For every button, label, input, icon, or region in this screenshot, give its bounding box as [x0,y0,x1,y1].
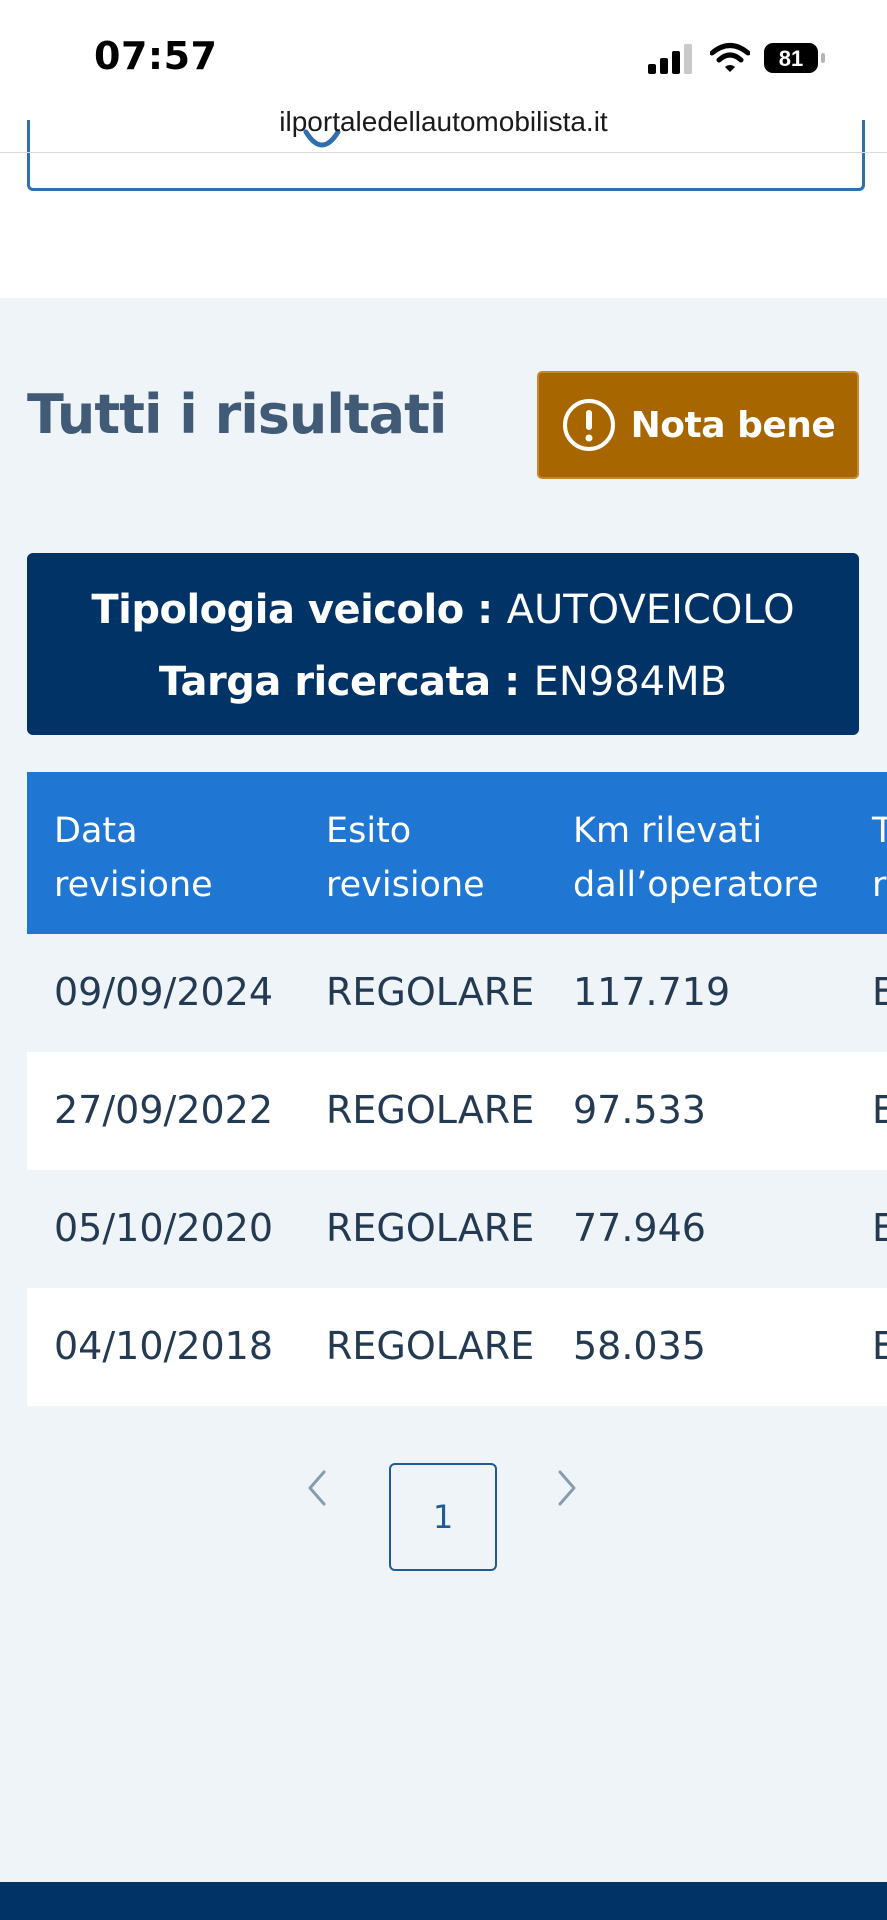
wifi-icon [710,43,750,72]
pagination-current-page[interactable]: 1 [389,1463,497,1571]
column-header-km: Km rilevati dall’operatore [573,811,819,905]
chevron-left-icon[interactable] [296,1458,336,1518]
nota-bene-button[interactable]: Nota bene [537,371,859,479]
cell-date: 09/09/2024 [54,970,274,1014]
cell-date: 05/10/2020 [54,1206,274,1250]
cell-km: 117.719 [573,970,731,1014]
battery-icon: 81 [764,43,825,73]
chevron-right-icon[interactable] [548,1458,588,1518]
table-row: 27/09/2022 REGOLARE 97.533 E [27,1052,887,1170]
cell-outcome: REGOLARE [326,1088,535,1132]
cell-km: 77.946 [573,1206,706,1250]
cell-outcome: REGOLARE [326,1206,535,1250]
cell-partial: E [872,1324,887,1368]
page-title: Tutti i risultati [27,383,447,446]
cell-partial: E [872,970,887,1014]
cell-partial: E [872,1088,887,1132]
cellular-signal-icon [648,44,692,74]
plate-value: EN984MB [533,659,728,705]
table-row: 05/10/2020 REGOLARE 77.946 E [27,1170,887,1288]
browser-url-bar[interactable]: ilportaledellautomobilista.it [0,100,887,152]
vehicle-type-label: Tipologia veicolo : [91,587,493,633]
vehicle-type-line: Tipologia veicolo : AUTOVEICOLO [27,587,859,633]
status-time: 07:57 [94,34,218,78]
cell-km: 97.533 [573,1088,706,1132]
cell-outcome: REGOLARE [326,970,535,1014]
table-row: 09/09/2024 REGOLARE 117.719 E [27,934,887,1052]
column-header-outcome: Esito revisione [326,811,485,905]
exclamation-circle-icon [562,399,615,451]
vehicle-type-value: AUTOVEICOLO [506,587,795,633]
table-header: Data revisione Esito revisione Km rileva… [27,772,887,934]
column-header-partial: T r [872,811,887,905]
cell-km: 58.035 [573,1324,706,1368]
cell-partial: E [872,1206,887,1250]
page-footer [0,1882,887,1920]
results-section: Tutti i risultati Nota bene Tipologia ve… [0,298,887,1882]
inspections-table[interactable]: Data revisione Esito revisione Km rileva… [27,772,887,1408]
table-row: 04/10/2018 REGOLARE 58.035 E [27,1288,887,1406]
browser-url: ilportaledellautomobilista.it [279,106,608,137]
status-bar: 07:57 81 [0,0,887,110]
column-header-date: Data revisione [54,811,213,905]
cell-date: 04/10/2018 [54,1324,274,1368]
cell-outcome: REGOLARE [326,1324,535,1368]
nota-bene-label: Nota bene [630,404,836,446]
battery-level: 81 [779,46,803,71]
cell-date: 27/09/2022 [54,1088,274,1132]
url-bar-divider [0,152,887,153]
plate-label: Targa ricercata : [158,659,520,705]
vehicle-info-box: Tipologia veicolo : AUTOVEICOLO Targa ric… [27,553,859,735]
plate-line: Targa ricercata : EN984MB [27,659,859,705]
